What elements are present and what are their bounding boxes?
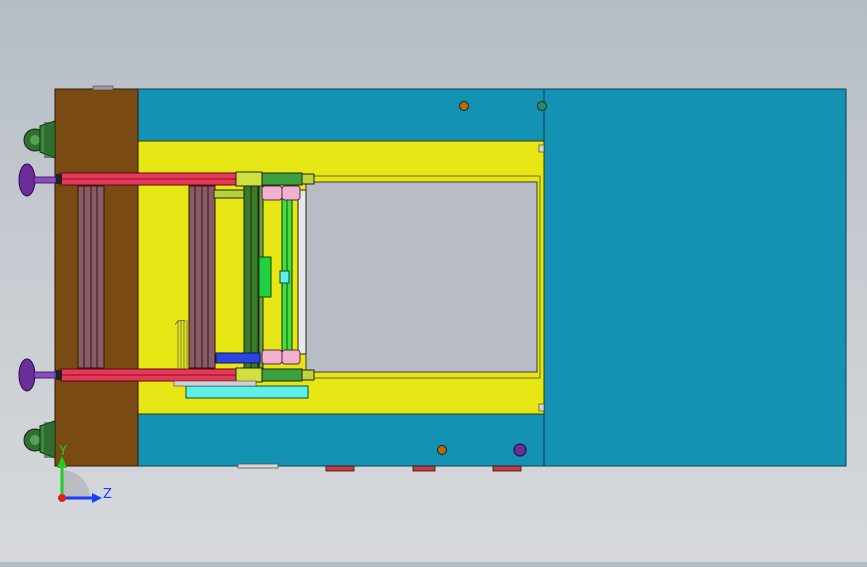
bolt-top-right <box>537 101 547 111</box>
caster-top <box>23 120 56 159</box>
bolt-top-left <box>459 101 469 111</box>
foot-top <box>18 163 57 197</box>
bottom-strip <box>137 413 545 467</box>
rollers-bottom <box>261 349 301 365</box>
foot-bottom <box>18 358 57 392</box>
rail-bottom <box>56 368 237 382</box>
caster-bottom <box>23 420 56 459</box>
cyan-plate-under <box>173 380 257 387</box>
assembly-drawing: Y Z <box>18 85 847 503</box>
bolt-bottom-left <box>437 445 447 455</box>
cad-viewport[interactable]: Y Z <box>0 0 867 562</box>
green-block <box>258 256 272 298</box>
blue-bracket <box>215 352 261 364</box>
bolt-bottom-right <box>513 443 527 457</box>
triad-origin <box>58 494 66 502</box>
y-axis-label: Y <box>58 444 67 459</box>
rail-top <box>56 172 237 186</box>
rollers-top <box>261 185 301 201</box>
top-strip <box>137 88 545 142</box>
sensor-square <box>279 270 290 284</box>
frame-top-tab <box>92 85 114 91</box>
plate-tab-bottom <box>538 403 545 412</box>
z-axis-label: Z <box>103 487 112 502</box>
right-panel <box>542 88 847 467</box>
plate-tab-top <box>538 144 545 153</box>
window-opening <box>305 181 538 373</box>
cyan-plate <box>185 385 309 399</box>
